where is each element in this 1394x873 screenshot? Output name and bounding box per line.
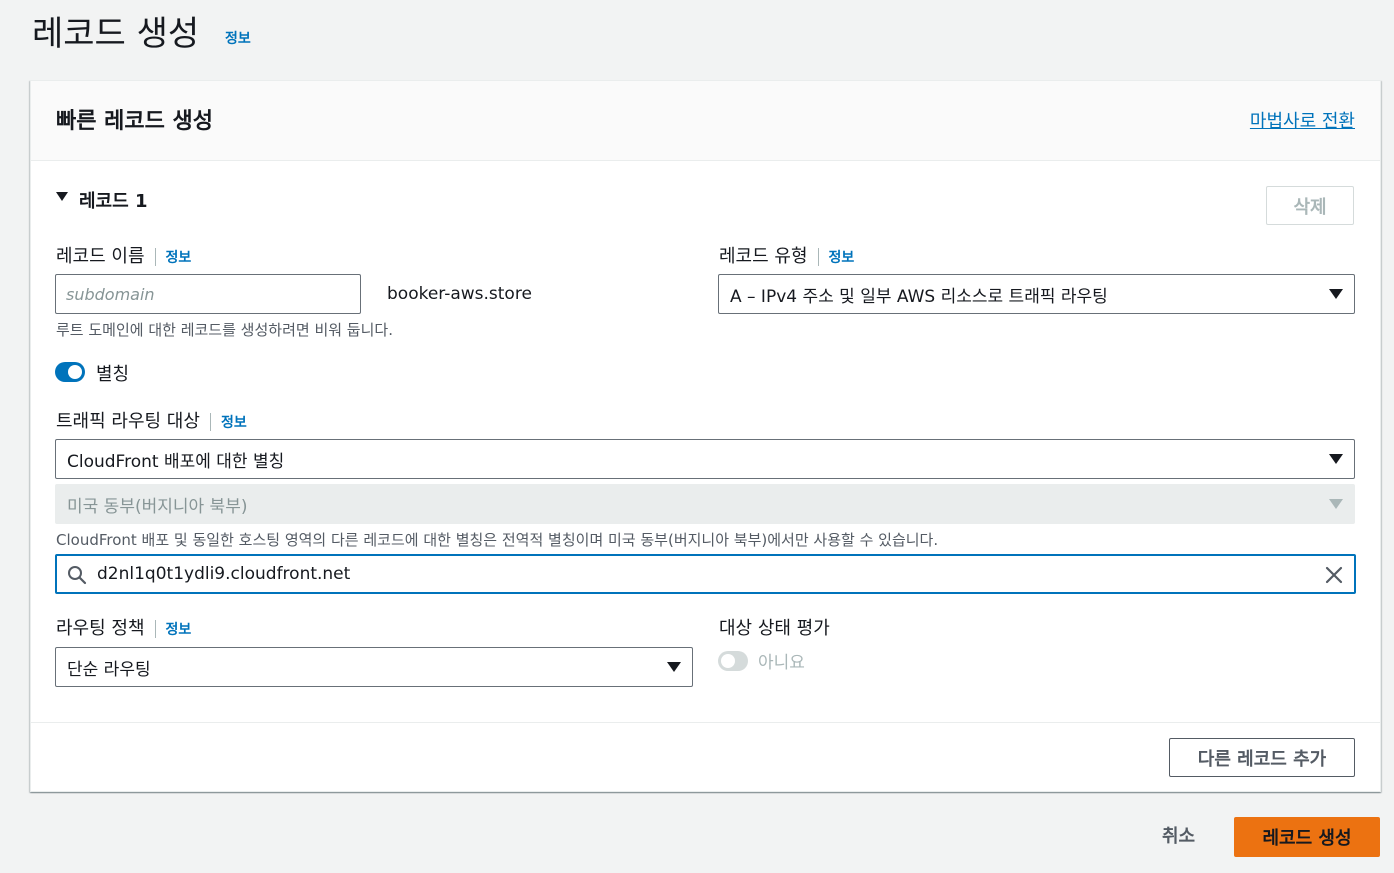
record-type-label-text: 레코드 유형 bbox=[719, 246, 808, 267]
routing-target-select[interactable]: CloudFront 배포에 대한 별칭 bbox=[55, 439, 1355, 479]
record-name-label: 레코드 이름 정보 bbox=[56, 242, 191, 268]
routing-policy-select[interactable]: 단순 라우팅 bbox=[55, 647, 693, 687]
label-divider bbox=[209, 413, 211, 431]
record-type-info-link[interactable]: 정보 bbox=[829, 250, 855, 266]
alias-label: 별칭 bbox=[96, 364, 130, 385]
search-value: d2nl1q0t1ydli9.cloudfront.net bbox=[97, 564, 351, 584]
domain-suffix: booker-aws.store bbox=[387, 284, 532, 304]
health-eval-value: 아니요 bbox=[758, 653, 805, 673]
caret-down-icon bbox=[1329, 499, 1343, 509]
alias-toggle[interactable] bbox=[55, 362, 85, 382]
toggle-knob bbox=[721, 654, 735, 668]
cancel-button[interactable]: 취소 bbox=[1162, 822, 1195, 848]
caret-down-icon bbox=[1329, 454, 1343, 464]
health-eval-toggle bbox=[718, 651, 748, 671]
clear-icon[interactable] bbox=[1324, 565, 1344, 585]
toggle-knob bbox=[68, 365, 82, 379]
record-name-placeholder: subdomain bbox=[66, 284, 155, 304]
add-record-button[interactable]: 다른 레코드 추가 bbox=[1169, 738, 1355, 777]
collapse-triangle-icon[interactable] bbox=[56, 192, 68, 201]
create-records-button[interactable]: 레코드 생성 bbox=[1234, 817, 1380, 857]
routing-policy-label: 라우팅 정책 정보 bbox=[56, 614, 191, 640]
caret-down-icon bbox=[1329, 289, 1343, 299]
routing-policy-value: 단순 라우팅 bbox=[67, 659, 151, 680]
cloudfront-search-input[interactable]: d2nl1q0t1ydli9.cloudfront.net bbox=[55, 554, 1356, 594]
page-title: 레코드 생성 bbox=[32, 14, 200, 54]
label-divider bbox=[154, 620, 156, 638]
routing-target-label: 트래픽 라우팅 대상 정보 bbox=[56, 407, 247, 433]
card-section-divider bbox=[31, 722, 1380, 723]
routing-policy-label-text: 라우팅 정책 bbox=[56, 618, 145, 639]
routing-policy-info-link[interactable]: 정보 bbox=[166, 622, 192, 638]
switch-to-wizard-link[interactable]: 마법사로 전환 bbox=[1250, 107, 1355, 133]
region-select: 미국 동부(버지니아 북부) bbox=[55, 484, 1355, 524]
record-name-input[interactable]: subdomain bbox=[55, 274, 361, 314]
page-info-link[interactable]: 정보 bbox=[225, 28, 251, 48]
card-header: 빠른 레코드 생성 마법사로 전환 bbox=[31, 81, 1380, 161]
record-name-hint: 루트 도메인에 대한 레코드를 생성하려면 비워 둡니다. bbox=[56, 321, 393, 339]
routing-target-value: CloudFront 배포에 대한 별칭 bbox=[67, 451, 285, 472]
region-hint: CloudFront 배포 및 동일한 호스팅 영역의 다른 레코드에 대한 별… bbox=[56, 531, 939, 549]
label-divider bbox=[154, 248, 156, 266]
card-title: 빠른 레코드 생성 bbox=[56, 109, 213, 134]
label-divider bbox=[817, 248, 819, 266]
caret-down-icon bbox=[667, 662, 681, 672]
record-name-label-text: 레코드 이름 bbox=[56, 246, 145, 267]
search-icon bbox=[68, 566, 87, 585]
region-value: 미국 동부(버지니아 북부) bbox=[67, 496, 248, 517]
routing-target-label-text: 트래픽 라우팅 대상 bbox=[56, 411, 200, 432]
record-type-value: A – IPv4 주소 및 일부 AWS 리소스로 트래픽 라우팅 bbox=[730, 286, 1108, 307]
record-type-select[interactable]: A – IPv4 주소 및 일부 AWS 리소스로 트래픽 라우팅 bbox=[718, 274, 1355, 314]
health-eval-label: 대상 상태 평가 bbox=[719, 618, 830, 639]
routing-target-info-link[interactable]: 정보 bbox=[221, 415, 247, 431]
delete-button[interactable]: 삭제 bbox=[1266, 186, 1354, 225]
record-type-label: 레코드 유형 정보 bbox=[719, 242, 854, 268]
record-title[interactable]: 레코드 1 bbox=[79, 187, 147, 213]
record-name-info-link[interactable]: 정보 bbox=[166, 250, 192, 266]
